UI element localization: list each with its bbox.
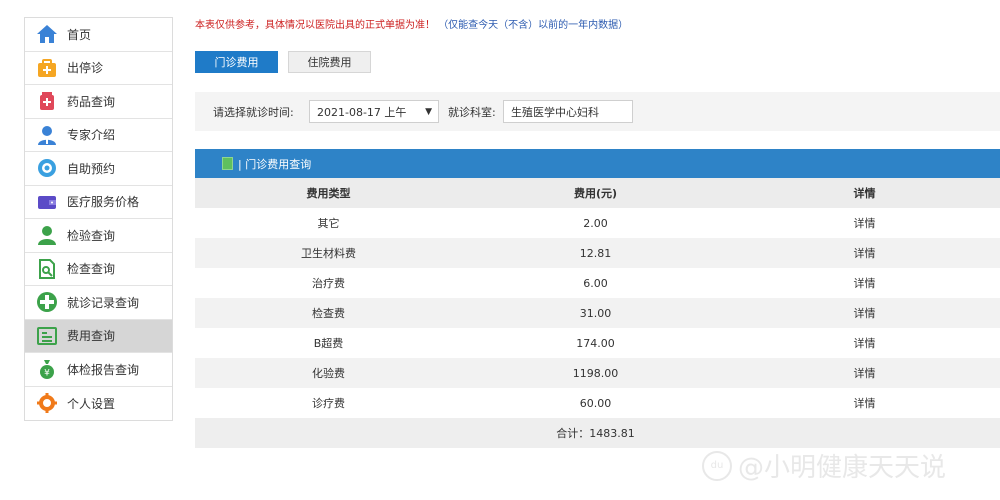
amount-cell: 1198.00: [462, 358, 729, 388]
details-link[interactable]: 详情: [729, 358, 1000, 388]
fee-type-cell: B超费: [195, 328, 462, 358]
fee-table: 费用类型 费用(元) 详情 其它 2.00 详情 卫生材料费 12.81 详情 …: [195, 178, 1000, 448]
table-total-row: 合计：1483.81: [195, 418, 1000, 448]
visit-time-value: 2021-08-17 上午: [317, 105, 407, 119]
table-row: 其它 2.00 详情: [195, 208, 1000, 238]
amount-cell: 6.00: [462, 268, 729, 298]
sidebar-menu: 首页 出停诊 药品查询 专家介绍 自助预约 医疗服务价格 检验查询 检查查询 就…: [24, 17, 173, 421]
table-row: 诊疗费 60.00 详情: [195, 388, 1000, 418]
amount-cell: 60.00: [462, 388, 729, 418]
amount-cell: 174.00: [462, 328, 729, 358]
department-field[interactable]: 生殖医学中心妇科: [503, 100, 633, 123]
sidebar-item-home[interactable]: 首页: [25, 18, 172, 52]
fee-type-cell: 诊疗费: [195, 388, 462, 418]
table-header-row: 费用类型 费用(元) 详情: [195, 178, 1000, 208]
details-link[interactable]: 详情: [729, 388, 1000, 418]
money-bag-icon: ¥: [36, 358, 58, 380]
amount-cell: 31.00: [462, 298, 729, 328]
medical-kit-icon: [36, 57, 58, 79]
svg-text:¥: ¥: [44, 369, 50, 379]
table-row: 化验费 1198.00 详情: [195, 358, 1000, 388]
details-link[interactable]: 详情: [729, 208, 1000, 238]
document-icon: [222, 157, 233, 170]
watermark: du @小明健康天天说: [702, 447, 946, 484]
sidebar-item-label: 专家介绍: [67, 128, 116, 143]
home-icon: [36, 23, 58, 45]
sidebar-item-settings[interactable]: 个人设置: [25, 387, 172, 421]
fee-table-panel: | 门诊费用查询 费用类型 费用(元) 详情 其它 2.00 详情 卫生材料费 …: [195, 149, 1000, 448]
filter-bar: 请选择就诊时间: 2021-08-17 上午 ▼ 就诊科室: 生殖医学中心妇科: [195, 92, 1000, 131]
visit-time-label: 请选择就诊时间:: [213, 106, 294, 119]
page: 首页 出停诊 药品查询 专家介绍 自助预约 医疗服务价格 检验查询 检查查询 就…: [0, 0, 1000, 500]
sidebar-item-label: 费用查询: [67, 329, 116, 344]
document-search-icon: [36, 258, 58, 280]
sidebar-item-experts[interactable]: 专家介绍: [25, 119, 172, 152]
amount-cell: 12.81: [462, 238, 729, 268]
total-spacer-cell: [729, 418, 1000, 448]
table-row: 卫生材料费 12.81 详情: [195, 238, 1000, 268]
fee-tabs: 门诊费用 住院费用: [195, 51, 371, 73]
tab-inpatient-fees[interactable]: 住院费用: [288, 51, 371, 73]
doctor-icon: [36, 124, 58, 146]
sidebar-item-label: 出停诊: [67, 61, 104, 76]
sidebar-item-label: 医疗服务价格: [67, 195, 140, 210]
sidebar-item-label: 就诊记录查询: [67, 295, 140, 310]
details-link[interactable]: 详情: [729, 328, 1000, 358]
details-link[interactable]: 详情: [729, 238, 1000, 268]
column-header-fee-type: 费用类型: [195, 178, 462, 208]
person-icon: [36, 224, 58, 246]
date-range-note: （仅能查今天（不含）以前的一年内数据）: [438, 20, 629, 31]
sidebar-item-label: 体检报告查询: [67, 362, 140, 377]
sidebar-item-label: 检验查询: [67, 228, 116, 243]
table-title-bar: | 门诊费用查询: [195, 149, 1000, 178]
table-row: 治疗费 6.00 详情: [195, 268, 1000, 298]
sidebar-item-visit-records[interactable]: 就诊记录查询: [25, 286, 172, 320]
sidebar-item-clinic-schedule[interactable]: 出停诊: [25, 52, 172, 85]
disclaimer-text: 本表仅供参考，具体情况以医院出具的正式单据为准！: [195, 20, 435, 31]
table-row: B超费 174.00 详情: [195, 328, 1000, 358]
sidebar-item-fee-query[interactable]: 费用查询: [25, 319, 172, 353]
watermark-logo-icon: du: [702, 450, 732, 481]
sidebar-item-label: 个人设置: [67, 396, 116, 411]
sidebar-item-drug-query[interactable]: 药品查询: [25, 85, 172, 119]
fee-type-cell: 化验费: [195, 358, 462, 388]
sidebar-item-label: 检查查询: [67, 262, 116, 277]
table-row: 检查费 31.00 详情: [195, 298, 1000, 328]
sidebar-item-label: 首页: [67, 27, 92, 42]
table-title: | 门诊费用查询: [238, 157, 312, 171]
fee-type-cell: 其它: [195, 208, 462, 238]
wallet-icon: [36, 191, 58, 213]
amount-cell: 2.00: [462, 208, 729, 238]
sidebar-item-service-price[interactable]: 医疗服务价格: [25, 186, 172, 219]
gear-icon: [36, 392, 58, 414]
chevron-down-icon: ▼: [425, 106, 432, 117]
sidebar-item-checkup-report[interactable]: ¥ 体检报告查询: [25, 353, 172, 387]
sidebar-item-label: 自助预约: [67, 161, 116, 176]
total-amount: 合计：1483.81: [462, 418, 729, 448]
cross-icon: [36, 291, 58, 313]
sidebar-item-label: 药品查询: [67, 94, 116, 109]
total-spacer-cell: [195, 418, 462, 448]
visit-time-select[interactable]: 2021-08-17 上午 ▼: [309, 100, 439, 123]
column-header-amount: 费用(元): [462, 178, 729, 208]
medicine-icon: [36, 90, 58, 112]
disclaimer-notice: 本表仅供参考，具体情况以医院出具的正式单据为准！ （仅能查今天（不含）以前的一年…: [195, 16, 628, 31]
sidebar-item-exam-query[interactable]: 检查查询: [25, 253, 172, 286]
details-link[interactable]: 详情: [729, 268, 1000, 298]
fee-type-cell: 治疗费: [195, 268, 462, 298]
details-link[interactable]: 详情: [729, 298, 1000, 328]
tab-outpatient-fees[interactable]: 门诊费用: [195, 51, 278, 73]
column-header-details: 详情: [729, 178, 1000, 208]
fee-type-cell: 卫生材料费: [195, 238, 462, 268]
watermark-text: @小明健康天天说: [738, 453, 947, 483]
fee-type-cell: 检查费: [195, 298, 462, 328]
department-label: 就诊科室:: [448, 106, 496, 119]
bill-icon: [36, 325, 58, 347]
calendar-icon: [36, 157, 58, 179]
sidebar-item-lab-query[interactable]: 检验查询: [25, 219, 172, 253]
sidebar-item-appointment[interactable]: 自助预约: [25, 152, 172, 186]
